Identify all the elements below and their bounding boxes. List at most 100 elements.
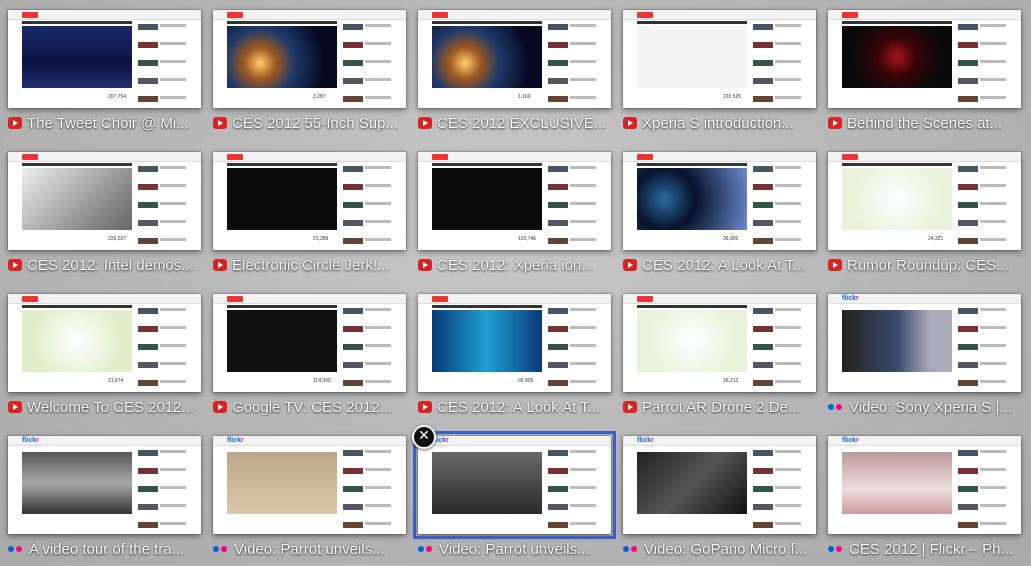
page-preview[interactable]: 114,090 <box>213 294 406 392</box>
page-preview[interactable]: flickr <box>828 294 1021 392</box>
page-preview[interactable]: 36,905 <box>418 294 611 392</box>
related-list <box>958 24 1008 108</box>
tab-caption: CES 2012: A Look At T... <box>418 397 611 417</box>
tab-thumbnail[interactable]: 3,287 CES 2012 55-Inch Sup... <box>213 10 406 140</box>
tab-title: CES 2012 | Flickr – Ph... <box>849 540 1013 558</box>
page-preview[interactable]: 24,321 <box>828 152 1021 250</box>
page-preview[interactable]: 21,289 <box>213 152 406 250</box>
video-title-line <box>842 163 952 166</box>
tab-title: CES 2012 55-Inch Sup... <box>232 114 398 132</box>
flickr-logo: flickr <box>227 437 244 444</box>
tab-title: Behind the Scenes at... <box>847 114 1003 132</box>
tab-thumbnail[interactable]: 26,212 Parrot AR Drone 2 De... <box>623 294 816 424</box>
view-count: 103,746 <box>518 236 537 242</box>
youtube-favicon-icon <box>418 117 432 129</box>
related-list <box>343 24 393 108</box>
page-preview[interactable]: flickr <box>828 436 1021 534</box>
youtube-logo <box>637 296 653 302</box>
related-list <box>548 166 598 250</box>
page-preview[interactable]: 220,525 <box>623 10 816 108</box>
page-preview[interactable]: 1,160 <box>418 10 611 108</box>
tab-title: The Tweet Choir @ Mi... <box>27 114 189 132</box>
related-list <box>138 24 188 108</box>
tab-thumbnail[interactable]: 226,027 CES 2012: Intel demos... <box>8 152 201 282</box>
video-frame <box>637 452 747 514</box>
flickr-favicon-icon <box>418 543 434 555</box>
youtube-favicon-icon <box>213 401 227 413</box>
video-title-line <box>432 21 542 24</box>
page-preview[interactable]: 103,746 <box>418 152 611 250</box>
tab-thumbnail[interactable]: 207,754 The Tweet Choir @ Mi... <box>8 10 201 140</box>
tab-thumbnail[interactable]: 21,674 Welcome To CES 2012... <box>8 294 201 424</box>
tab-caption: CES 2012: Intel demos... <box>8 255 201 275</box>
related-list <box>548 450 598 534</box>
video-frame <box>842 452 952 514</box>
youtube-logo <box>227 12 243 18</box>
tab-title: Rumor Roundup: CES... <box>847 256 1009 274</box>
video-frame <box>432 452 542 514</box>
tab-thumbnail[interactable]: 220,525 Xperia S introduction... <box>623 10 816 140</box>
tab-title: Google TV: CES 2012... <box>232 398 393 416</box>
video-frame <box>22 168 132 230</box>
tab-thumbnail[interactable]: 36,905 CES 2012: A Look At T... <box>418 294 611 424</box>
video-title-line <box>227 163 337 166</box>
related-list <box>753 450 803 534</box>
tab-thumbnail[interactable]: 36,905 CES 2012: A Look At T... <box>623 152 816 282</box>
page-preview[interactable]: 3,287 <box>213 10 406 108</box>
video-frame <box>22 452 132 514</box>
related-list <box>343 166 393 250</box>
page-preview[interactable]: flickr <box>8 436 201 534</box>
youtube-favicon-icon <box>828 259 842 271</box>
video-frame <box>432 310 542 372</box>
tab-thumbnail[interactable]: 1,160 CES 2012 EXCLUSIVE... <box>418 10 611 140</box>
related-list <box>548 308 598 392</box>
video-frame <box>842 26 952 88</box>
youtube-logo <box>432 12 448 18</box>
video-frame <box>842 168 952 230</box>
youtube-favicon-icon <box>623 401 637 413</box>
view-count: 226,027 <box>108 236 127 242</box>
tab-thumbnail[interactable]: 114,090 Google TV: CES 2012... <box>213 294 406 424</box>
flickr-favicon-icon <box>8 543 24 555</box>
video-title-line <box>227 21 337 24</box>
tab-caption: Google TV: CES 2012... <box>213 397 406 417</box>
tab-thumbnail[interactable]: flickr Video: Parrot unveils... <box>213 436 406 566</box>
tab-thumbnail[interactable]: flickr Video: Parrot unveils... ✕ <box>412 425 616 566</box>
youtube-favicon-icon <box>8 259 22 271</box>
related-list <box>958 308 1008 392</box>
tab-thumbnail[interactable]: 103,746 CES 2012: Xperia ion... <box>418 152 611 282</box>
close-tab-icon[interactable]: ✕ <box>412 425 436 449</box>
tab-thumbnail[interactable]: flickr Video: GoPano Micro f... <box>623 436 816 566</box>
flickr-favicon-icon <box>828 543 844 555</box>
tab-thumbnail[interactable]: flickr Video: Sony Xperia S |... <box>828 294 1021 424</box>
tab-caption: Behind the Scenes at... <box>828 113 1021 133</box>
tab-thumbnail[interactable]: 24,321 Rumor Roundup: CES... <box>828 152 1021 282</box>
video-title-line <box>22 305 132 308</box>
view-count: 207,754 <box>108 94 127 100</box>
page-preview[interactable]: 226,027 <box>8 152 201 250</box>
tab-title: Video: Parrot unveils... <box>234 540 385 558</box>
tab-thumbnail[interactable]: Behind the Scenes at... <box>828 10 1021 140</box>
youtube-favicon-icon <box>213 117 227 129</box>
video-frame <box>227 26 337 88</box>
view-count: 24,321 <box>928 236 944 242</box>
tab-thumbnail[interactable]: 21,289 Electronic Circle Jerk!... <box>213 152 406 282</box>
related-list <box>753 24 803 108</box>
page-preview[interactable]: 207,754 <box>8 10 201 108</box>
page-preview[interactable]: flickr <box>623 436 816 534</box>
tab-caption: Electronic Circle Jerk!... <box>213 255 406 275</box>
tab-thumbnail[interactable]: flickr A video tour of the tra... <box>8 436 201 566</box>
tab-title: CES 2012: Intel demos... <box>27 256 194 274</box>
tab-caption: CES 2012: A Look At T... <box>623 255 816 275</box>
view-count: 1,160 <box>518 94 531 100</box>
tab-thumbnail[interactable]: flickr CES 2012 | Flickr – Ph... <box>828 436 1021 566</box>
page-preview[interactable]: 36,905 <box>623 152 816 250</box>
page-preview[interactable]: 21,674 <box>8 294 201 392</box>
page-preview[interactable] <box>828 10 1021 108</box>
tab-title: Welcome To CES 2012... <box>27 398 195 416</box>
page-preview[interactable]: flickr <box>213 436 406 534</box>
page-preview[interactable]: flickr <box>413 431 616 539</box>
video-frame <box>227 452 337 514</box>
page-preview[interactable]: 26,212 <box>623 294 816 392</box>
view-count: 114,090 <box>313 378 331 384</box>
